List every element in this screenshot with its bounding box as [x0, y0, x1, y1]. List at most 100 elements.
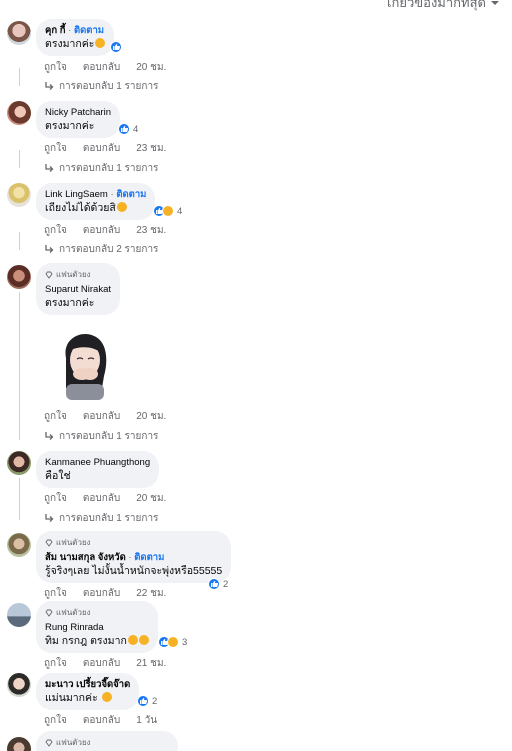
- diamond-badge-icon: [45, 271, 53, 279]
- avatar[interactable]: [7, 603, 31, 627]
- view-replies-link[interactable]: การตอบกลับ 1 รายการ: [44, 79, 158, 94]
- avatar[interactable]: [7, 451, 31, 475]
- reactions[interactable]: [110, 41, 122, 53]
- comment-author[interactable]: Rung Rinrada: [45, 622, 104, 633]
- comment-bubble: Link LingSaem · ติดตาม เถียงไม่ได้ด้วยสิ: [36, 183, 156, 220]
- follow-link[interactable]: ติดตาม: [116, 189, 146, 200]
- reactions[interactable]: 2: [137, 695, 157, 707]
- reactions[interactable]: 4: [153, 205, 182, 217]
- comment-author[interactable]: Nicky Patcharin: [45, 107, 111, 118]
- comment-author[interactable]: ส้ม นามสกุล จังหวัด: [45, 552, 126, 563]
- laughing-emoji-icon: [95, 38, 106, 48]
- comment-text: คือใช่: [45, 470, 71, 482]
- comment-time[interactable]: 23 ชม.: [136, 141, 166, 156]
- reply-button[interactable]: ตอบกลับ: [83, 656, 120, 671]
- avatar[interactable]: [7, 21, 31, 45]
- comment-text: ตรงมากค่ะ: [45, 120, 95, 132]
- thread-line: [19, 292, 20, 440]
- thread-line: [19, 478, 20, 520]
- diamond-badge-icon: [45, 539, 53, 547]
- reply-button[interactable]: ตอบกลับ: [83, 713, 120, 728]
- avatar[interactable]: [7, 533, 31, 557]
- comment-bubble: แฟนตัวยง Suparut Nirakat ตรงมากค่ะ: [36, 263, 121, 315]
- like-reaction-icon: [208, 578, 220, 590]
- like-button[interactable]: ถูกใจ: [44, 586, 67, 601]
- comment-bubble: Kanmanee Phuangthong คือใช่: [36, 451, 160, 488]
- reactions[interactable]: 2: [208, 578, 228, 590]
- view-replies-link[interactable]: การตอบกลับ 1 รายการ: [44, 511, 158, 526]
- comment-time[interactable]: 22 ชม.: [136, 586, 166, 601]
- laughing-emoji-icon: [127, 635, 138, 645]
- avatar[interactable]: [7, 101, 31, 125]
- reply-button[interactable]: ตอบกลับ: [83, 409, 120, 424]
- comment-text: ตรงมากค่ะ: [45, 297, 95, 309]
- comment-time[interactable]: 20 ชม.: [136, 409, 166, 424]
- reply-button[interactable]: ตอบกลับ: [83, 491, 120, 506]
- follow-link[interactable]: ติดตาม: [134, 552, 164, 563]
- fan-badge: แฟนตัวยง: [56, 608, 91, 617]
- diamond-badge-icon: [45, 739, 53, 747]
- comment-time[interactable]: 20 ชม.: [136, 60, 166, 75]
- reply-button[interactable]: ตอบกลับ: [83, 141, 120, 156]
- like-button[interactable]: ถูกใจ: [44, 409, 67, 424]
- comment-bubble: คุก กี้ · ติดตาม ตรงมากค่ะ: [36, 19, 115, 56]
- replies-count: การตอบกลับ 1 รายการ: [59, 81, 159, 92]
- follow-link[interactable]: ติดตาม: [74, 25, 104, 36]
- avatar[interactable]: [7, 183, 31, 207]
- comment-text: ทิม กรกฎ ตรงมาก: [45, 635, 127, 647]
- comment-author[interactable]: Suparut Nirakat: [45, 284, 111, 295]
- like-reaction-icon: [137, 695, 149, 707]
- reply-arrow-icon: [45, 514, 54, 522]
- sort-dropdown[interactable]: เกี่ยวข้องมากที่สุด: [387, 0, 500, 12]
- avatar[interactable]: [7, 737, 31, 751]
- reply-button[interactable]: ตอบกลับ: [83, 586, 120, 601]
- view-replies-link[interactable]: การตอบกลับ 1 รายการ: [44, 161, 158, 176]
- reactions[interactable]: 4: [118, 123, 138, 135]
- sort-label: เกี่ยวข้องมากที่สุด: [387, 0, 486, 10]
- like-button[interactable]: ถูกใจ: [44, 223, 67, 238]
- comment-text: แม่นมากค่ะ: [45, 692, 98, 704]
- comment-text: เถียงไม่ได้ด้วยสิ: [45, 202, 116, 214]
- reaction-count: 2: [223, 578, 229, 590]
- reply-arrow-icon: [45, 245, 54, 253]
- laughing-emoji-icon: [138, 635, 149, 645]
- like-button[interactable]: ถูกใจ: [44, 656, 67, 671]
- avatar[interactable]: [7, 265, 31, 289]
- view-replies-link[interactable]: การตอบกลับ 2 รายการ: [44, 242, 158, 257]
- replies-count: การตอบกลับ 2 รายการ: [59, 244, 159, 255]
- comment-bubble: Nicky Patcharin ตรงมากค่ะ: [36, 101, 120, 138]
- like-button[interactable]: ถูกใจ: [44, 713, 67, 728]
- comment-author[interactable]: Kanmanee Phuangthong: [45, 457, 150, 468]
- reply-button[interactable]: ตอบกลับ: [83, 223, 120, 238]
- comment-time[interactable]: 1 วัน: [136, 713, 157, 728]
- comment-text: รู้จริงๆเลย ไม่งั้นน้ำหนักจะพุ่งหรือ5555…: [45, 565, 223, 577]
- replies-count: การตอบกลับ 1 รายการ: [59, 431, 159, 442]
- like-button[interactable]: ถูกใจ: [44, 141, 67, 156]
- comment-author[interactable]: มะนาว เปรี้ยวจี๊ดจ๊าด: [45, 679, 130, 690]
- reply-arrow-icon: [45, 164, 54, 172]
- comment-bubble: แฟนตัวยง ส้ม นามสกุล จังหวัด · ติดตาม รู…: [36, 531, 232, 583]
- grinning-emoji-icon: [116, 202, 127, 212]
- haha-reaction-icon: [167, 636, 179, 648]
- comment-author[interactable]: Link LingSaem: [45, 189, 108, 200]
- diamond-badge-icon: [45, 609, 53, 617]
- comment-text: ตรงมากค่ะ: [45, 38, 95, 50]
- avatar[interactable]: [7, 673, 31, 697]
- reply-button[interactable]: ตอบกลับ: [83, 60, 120, 75]
- comment-author[interactable]: คุก กี้: [45, 25, 66, 36]
- like-reaction-icon: [110, 41, 122, 53]
- fan-badge: แฟนตัวยง: [56, 270, 91, 279]
- thread-line: [19, 68, 20, 86]
- reaction-count: 4: [133, 123, 139, 135]
- view-replies-link[interactable]: การตอบกลับ 1 รายการ: [44, 429, 158, 444]
- reaction-count: 4: [177, 205, 183, 217]
- smile-emoji-icon: [101, 692, 112, 702]
- like-button[interactable]: ถูกใจ: [44, 60, 67, 75]
- like-button[interactable]: ถูกใจ: [44, 491, 67, 506]
- comment-time[interactable]: 20 ชม.: [136, 491, 166, 506]
- comment-time[interactable]: 21 ชม.: [136, 656, 166, 671]
- reactions[interactable]: 3: [158, 636, 187, 648]
- comment-time[interactable]: 23 ชม.: [136, 223, 166, 238]
- comment-bubble: มะนาว เปรี้ยวจี๊ดจ๊าด แม่นมากค่ะ: [36, 673, 140, 710]
- thread-line: [19, 150, 20, 168]
